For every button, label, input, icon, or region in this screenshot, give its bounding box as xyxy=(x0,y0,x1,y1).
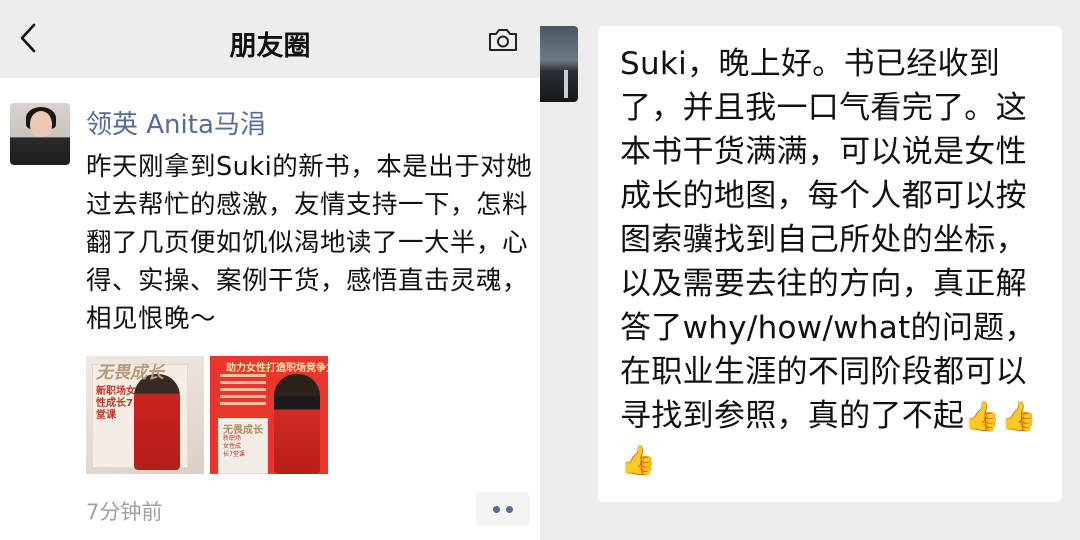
author-photo-figure xyxy=(274,374,320,474)
camera-button[interactable] xyxy=(480,22,526,62)
thumbs-up-icon: 👍 xyxy=(620,443,657,477)
moments-panel: 朋友圈 领英 Anita马涓 昨天刚拿到Suki的新书，本是出于对她过去帮忙的感… xyxy=(0,0,540,540)
page-title: 朋友圈 xyxy=(229,31,311,62)
poster-bullets xyxy=(220,374,266,409)
more-dots-icon xyxy=(493,505,500,513)
post-timestamp: 7分钟前 xyxy=(86,500,163,524)
sender-avatar[interactable] xyxy=(540,26,578,102)
camera-icon xyxy=(487,27,519,57)
chevron-left-icon xyxy=(17,22,39,58)
chat-panel: Suki，晚上好。书已经收到了，并且我一口气看完了。这本书干货满满，可以说是女性… xyxy=(540,0,1080,540)
author-photo-figure xyxy=(134,374,180,470)
book-title: 无畏成长 xyxy=(223,425,263,436)
book-cover: 无畏成长 新职场女性成长7堂课 xyxy=(218,418,268,474)
thumbs-up-icon: 👍 xyxy=(964,399,1001,433)
post-image-2[interactable]: 助力女性打造职场竞争力 无畏成长 新职场女性成长7堂课 xyxy=(210,356,328,474)
post-text: 昨天刚拿到Suki的新书，本是出于对她过去帮忙的感激，友情支持一下，怎料翻了几页… xyxy=(86,152,533,334)
post-image-1[interactable]: 无畏成长 新职场女性成长7堂课 xyxy=(86,356,204,474)
book-subtitle: 新职场女性成长7堂课 xyxy=(223,435,245,458)
message-text: Suki，晚上好。书已经收到了，并且我一口气看完了。这本书干货满满，可以说是女性… xyxy=(620,42,1044,482)
post-author-name[interactable]: 领英 Anita马涓 xyxy=(86,104,266,141)
book-title: 无畏成长 xyxy=(96,363,164,383)
author-avatar[interactable] xyxy=(10,103,70,165)
book-subtitle: 新职场女性成长7堂课 xyxy=(96,386,136,421)
poster-headline: 助力女性打造职场竞争力 xyxy=(226,363,328,374)
message-body: Suki，晚上好。书已经收到了，并且我一口气看完了。这本书干货满满，可以说是女性… xyxy=(620,46,1036,434)
top-navigation-bar: 朋友圈 xyxy=(0,0,540,78)
thumbs-up-icon: 👍 xyxy=(1000,399,1038,433)
back-button[interactable] xyxy=(8,20,48,60)
more-actions-button[interactable] xyxy=(476,492,530,526)
message-bubble[interactable]: Suki，晚上好。书已经收到了，并且我一口气看完了。这本书干货满满，可以说是女性… xyxy=(598,26,1062,502)
